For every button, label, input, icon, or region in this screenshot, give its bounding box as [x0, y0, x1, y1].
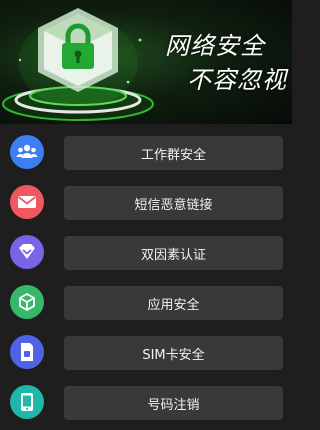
sim-card-icon: [10, 335, 44, 369]
menu-item-work-group-security[interactable]: 工作群安全: [0, 124, 292, 174]
slogan-line2: 不容忽视: [187, 66, 287, 94]
slogan-line1: 网络安全: [165, 32, 265, 60]
menu-item-app-security[interactable]: 应用安全: [0, 274, 292, 324]
app-security-button[interactable]: 应用安全: [64, 286, 283, 320]
people-group-icon: [10, 135, 44, 169]
number-cancellation-button[interactable]: 号码注销: [64, 386, 283, 420]
menu-item-number-cancellation[interactable]: 号码注销: [0, 374, 292, 424]
menu-item-two-factor-auth[interactable]: 双因素认证: [0, 224, 292, 274]
diamond-check-icon: [10, 235, 44, 269]
sim-security-button[interactable]: SIM卡安全: [64, 336, 283, 370]
security-menu: 工作群安全 短信恶意链接 双因素认证 应用安全 SIM卡安全 号码注销: [0, 124, 292, 430]
two-factor-auth-button[interactable]: 双因素认证: [64, 236, 283, 270]
menu-item-sms-malicious-link[interactable]: 短信恶意链接: [0, 174, 292, 224]
phone-icon: [10, 385, 44, 419]
work-group-security-button[interactable]: 工作群安全: [64, 136, 283, 170]
menu-item-sim-security[interactable]: SIM卡安全: [0, 324, 292, 374]
sms-malicious-link-button[interactable]: 短信恶意链接: [64, 186, 283, 220]
security-banner: 网络安全 不容忽视: [0, 0, 292, 124]
cube-icon: [10, 285, 44, 319]
envelope-icon: [10, 185, 44, 219]
